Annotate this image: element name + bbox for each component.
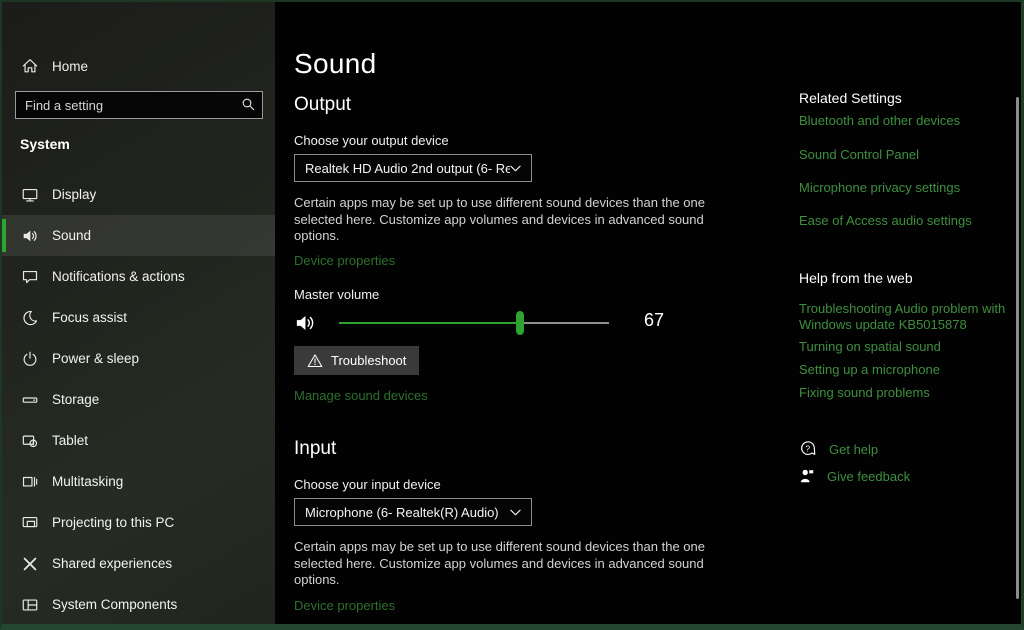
- input-heading: Input: [294, 438, 336, 460]
- sidebar: Home System Display Sound: [2, 2, 275, 624]
- search-icon[interactable]: [241, 97, 256, 112]
- troubleshoot-label: Troubleshoot: [331, 353, 406, 368]
- give-feedback-link[interactable]: Give feedback: [799, 467, 910, 485]
- ease-of-access-audio-link[interactable]: Ease of Access audio settings: [799, 213, 972, 229]
- sidebar-item-display[interactable]: Display: [2, 174, 275, 215]
- svg-text:?: ?: [805, 445, 810, 454]
- input-device-properties-link[interactable]: Device properties: [294, 598, 395, 613]
- troubleshooting-audio-link[interactable]: Troubleshooting Audio problem with Windo…: [799, 301, 1005, 332]
- search-input[interactable]: [15, 91, 263, 119]
- display-icon: [20, 185, 40, 205]
- sidebar-item-label: Tablet: [52, 433, 88, 448]
- volume-icon[interactable]: [294, 312, 316, 334]
- sound-control-panel-link[interactable]: Sound Control Panel: [799, 147, 919, 163]
- sidebar-item-notifications[interactable]: Notifications & actions: [2, 256, 275, 297]
- shared-experiences-icon: [20, 554, 40, 574]
- microphone-privacy-link[interactable]: Microphone privacy settings: [799, 180, 960, 196]
- output-device-value: Realtek HD Audio 2nd output (6- Re...: [305, 161, 510, 176]
- sidebar-item-projecting[interactable]: Projecting to this PC: [2, 502, 275, 543]
- output-device-select[interactable]: Realtek HD Audio 2nd output (6- Re...: [294, 154, 532, 182]
- chevron-down-icon: [510, 165, 521, 172]
- sidebar-item-label: Display: [52, 187, 96, 202]
- help-from-web-header: Help from the web: [799, 270, 913, 286]
- tablet-icon: [20, 431, 40, 451]
- sidebar-item-sound[interactable]: Sound: [2, 215, 275, 256]
- input-device-value: Microphone (6- Realtek(R) Audio): [305, 505, 510, 520]
- get-help-icon: ?: [799, 440, 817, 458]
- chevron-down-icon: [510, 509, 521, 516]
- volume-slider-track[interactable]: [339, 322, 609, 324]
- feedback-icon: [799, 467, 815, 485]
- sidebar-item-system-components[interactable]: System Components: [2, 584, 275, 625]
- speaker-icon: [20, 226, 40, 246]
- multitasking-icon: [20, 472, 40, 492]
- sidebar-item-label: Focus assist: [52, 310, 127, 325]
- sidebar-item-label: System Components: [52, 597, 177, 612]
- sidebar-item-tablet[interactable]: Tablet: [2, 420, 275, 461]
- sidebar-item-label: Home: [52, 59, 88, 74]
- output-heading: Output: [294, 94, 351, 116]
- sidebar-item-label: Multitasking: [52, 474, 123, 489]
- sidebar-item-focus-assist[interactable]: Focus assist: [2, 297, 275, 338]
- page-title: Sound: [294, 48, 376, 80]
- sidebar-item-label: Notifications & actions: [52, 269, 185, 284]
- output-description: Certain apps may be set up to use differ…: [294, 195, 774, 245]
- output-device-label: Choose your output device: [294, 133, 449, 148]
- sidebar-item-label: Power & sleep: [52, 351, 139, 366]
- sidebar-item-label: Sound: [52, 228, 91, 243]
- volume-slider-thumb[interactable]: [516, 311, 524, 335]
- notifications-icon: [20, 267, 40, 287]
- moon-icon: [20, 308, 40, 328]
- power-icon: [20, 349, 40, 369]
- sidebar-item-multitasking[interactable]: Multitasking: [2, 461, 275, 502]
- scrollbar[interactable]: [1016, 97, 1019, 599]
- sidebar-item-label: Shared experiences: [52, 556, 172, 571]
- search-box: [15, 91, 263, 119]
- troubleshoot-button[interactable]: Troubleshoot: [294, 346, 419, 375]
- input-description: Certain apps may be set up to use differ…: [294, 539, 774, 589]
- bluetooth-devices-link[interactable]: Bluetooth and other devices: [799, 113, 960, 129]
- system-components-icon: [20, 595, 40, 615]
- related-settings-header: Related Settings: [799, 90, 902, 106]
- warning-icon: [307, 353, 323, 368]
- sidebar-item-home[interactable]: Home: [2, 46, 275, 86]
- sidebar-item-shared-experiences[interactable]: Shared experiences: [2, 543, 275, 584]
- master-volume-label: Master volume: [294, 287, 379, 302]
- setup-microphone-link[interactable]: Setting up a microphone: [799, 362, 940, 378]
- sidebar-item-storage[interactable]: Storage: [2, 379, 275, 420]
- sidebar-nav: Display Sound Notifications & actions Fo…: [2, 174, 275, 625]
- input-device-select[interactable]: Microphone (6- Realtek(R) Audio): [294, 498, 532, 526]
- home-icon: [20, 56, 40, 76]
- sidebar-section-header: System: [20, 136, 70, 152]
- volume-value: 67: [644, 310, 664, 331]
- sidebar-item-power-sleep[interactable]: Power & sleep: [2, 338, 275, 379]
- settings-window: Settings – ❒ × Home System: [0, 0, 1024, 630]
- projecting-icon: [20, 513, 40, 533]
- manage-sound-devices-link[interactable]: Manage sound devices: [294, 388, 428, 403]
- sidebar-item-label: Storage: [52, 392, 99, 407]
- get-help-link[interactable]: ? Get help: [799, 440, 878, 458]
- sidebar-item-label: Projecting to this PC: [52, 515, 174, 530]
- master-volume-slider-row: 67: [294, 310, 694, 336]
- spatial-sound-link[interactable]: Turning on spatial sound: [799, 339, 941, 355]
- fixing-sound-problems-link[interactable]: Fixing sound problems: [799, 385, 930, 401]
- volume-slider-fill: [339, 322, 520, 324]
- input-device-label: Choose your input device: [294, 477, 441, 492]
- output-device-properties-link[interactable]: Device properties: [294, 253, 395, 268]
- storage-icon: [20, 390, 40, 410]
